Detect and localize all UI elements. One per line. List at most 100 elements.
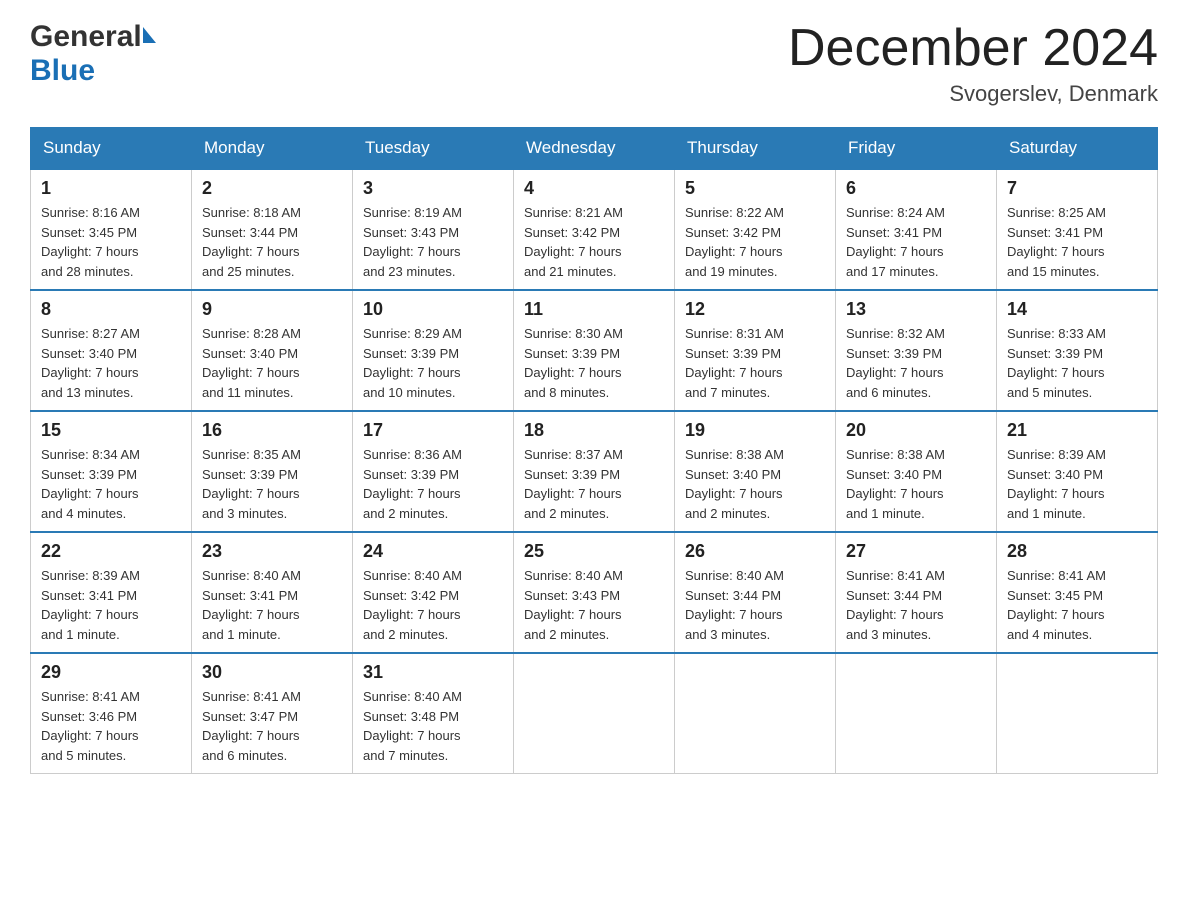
day-number: 31: [363, 662, 503, 683]
day-info: Sunrise: 8:40 AMSunset: 3:43 PMDaylight:…: [524, 566, 664, 644]
day-number: 20: [846, 420, 986, 441]
day-info: Sunrise: 8:38 AMSunset: 3:40 PMDaylight:…: [846, 445, 986, 523]
day-number: 19: [685, 420, 825, 441]
week-row-2: 8 Sunrise: 8:27 AMSunset: 3:40 PMDaylight…: [31, 290, 1158, 411]
calendar-header-row: SundayMondayTuesdayWednesdayThursdayFrid…: [31, 128, 1158, 170]
day-info: Sunrise: 8:41 AMSunset: 3:46 PMDaylight:…: [41, 687, 181, 765]
calendar-cell: 14 Sunrise: 8:33 AMSunset: 3:39 PMDayligh…: [997, 290, 1158, 411]
day-info: Sunrise: 8:40 AMSunset: 3:48 PMDaylight:…: [363, 687, 503, 765]
calendar-cell: 18Sunrise: 8:37 AMSunset: 3:39 PMDayligh…: [514, 411, 675, 532]
calendar-cell: 1Sunrise: 8:16 AMSunset: 3:45 PMDaylight…: [31, 169, 192, 290]
day-info: Sunrise: 8:41 AMSunset: 3:45 PMDaylight:…: [1007, 566, 1147, 644]
day-number: 21: [1007, 420, 1147, 441]
calendar-cell: [836, 653, 997, 774]
day-number: 23: [202, 541, 342, 562]
calendar-cell: 9Sunrise: 8:28 AMSunset: 3:40 PMDaylight…: [192, 290, 353, 411]
header-day-tuesday: Tuesday: [353, 128, 514, 170]
week-row-5: 29 Sunrise: 8:41 AMSunset: 3:46 PMDayligh…: [31, 653, 1158, 774]
location-subtitle: Svogerslev, Denmark: [788, 81, 1158, 107]
calendar-cell: 20 Sunrise: 8:38 AMSunset: 3:40 PMDayligh…: [836, 411, 997, 532]
day-info: Sunrise: 8:39 AMSunset: 3:40 PMDaylight:…: [1007, 445, 1147, 523]
calendar-cell: 5 Sunrise: 8:22 AMSunset: 3:42 PMDaylight…: [675, 169, 836, 290]
day-number: 27: [846, 541, 986, 562]
day-number: 7: [1007, 178, 1147, 199]
header-day-friday: Friday: [836, 128, 997, 170]
calendar-cell: 8 Sunrise: 8:27 AMSunset: 3:40 PMDaylight…: [31, 290, 192, 411]
day-number: 22: [41, 541, 181, 562]
day-info: Sunrise: 8:30 AMSunset: 3:39 PMDaylight:…: [524, 324, 664, 402]
day-number: 24: [363, 541, 503, 562]
day-info: Sunrise: 8:22 AMSunset: 3:42 PMDaylight:…: [685, 203, 825, 281]
day-number: 5: [685, 178, 825, 199]
day-number: 11: [524, 299, 664, 320]
day-number: 10: [363, 299, 503, 320]
day-number: 12: [685, 299, 825, 320]
calendar-cell: 31 Sunrise: 8:40 AMSunset: 3:48 PMDayligh…: [353, 653, 514, 774]
day-info: Sunrise: 8:41 AMSunset: 3:44 PMDaylight:…: [846, 566, 986, 644]
day-number: 14: [1007, 299, 1147, 320]
calendar-cell: 16 Sunrise: 8:35 AMSunset: 3:39 PMDayligh…: [192, 411, 353, 532]
day-number: 18: [524, 420, 664, 441]
logo-blue-text: Blue: [30, 54, 95, 88]
day-info: Sunrise: 8:39 AMSunset: 3:41 PMDaylight:…: [41, 566, 181, 644]
day-info: Sunrise: 8:40 AMSunset: 3:42 PMDaylight:…: [363, 566, 503, 644]
calendar-cell: 26 Sunrise: 8:40 AMSunset: 3:44 PMDayligh…: [675, 532, 836, 653]
day-number: 6: [846, 178, 986, 199]
day-number: 15: [41, 420, 181, 441]
day-info: Sunrise: 8:34 AMSunset: 3:39 PMDaylight:…: [41, 445, 181, 523]
calendar-cell: 25Sunrise: 8:40 AMSunset: 3:43 PMDayligh…: [514, 532, 675, 653]
day-info: Sunrise: 8:36 AMSunset: 3:39 PMDaylight:…: [363, 445, 503, 523]
day-info: Sunrise: 8:38 AMSunset: 3:40 PMDaylight:…: [685, 445, 825, 523]
week-row-4: 22 Sunrise: 8:39 AMSunset: 3:41 PMDayligh…: [31, 532, 1158, 653]
calendar-table: SundayMondayTuesdayWednesdayThursdayFrid…: [30, 127, 1158, 774]
day-number: 4: [524, 178, 664, 199]
day-number: 30: [202, 662, 342, 683]
day-number: 3: [363, 178, 503, 199]
calendar-cell: 24 Sunrise: 8:40 AMSunset: 3:42 PMDayligh…: [353, 532, 514, 653]
calendar-cell: 2Sunrise: 8:18 AMSunset: 3:44 PMDaylight…: [192, 169, 353, 290]
day-info: Sunrise: 8:29 AMSunset: 3:39 PMDaylight:…: [363, 324, 503, 402]
week-row-3: 15 Sunrise: 8:34 AMSunset: 3:39 PMDayligh…: [31, 411, 1158, 532]
day-info: Sunrise: 8:25 AMSunset: 3:41 PMDaylight:…: [1007, 203, 1147, 281]
day-number: 1: [41, 178, 181, 199]
calendar-cell: 27 Sunrise: 8:41 AMSunset: 3:44 PMDayligh…: [836, 532, 997, 653]
day-number: 26: [685, 541, 825, 562]
calendar-cell: 30 Sunrise: 8:41 AMSunset: 3:47 PMDayligh…: [192, 653, 353, 774]
day-number: 8: [41, 299, 181, 320]
week-row-1: 1Sunrise: 8:16 AMSunset: 3:45 PMDaylight…: [31, 169, 1158, 290]
day-number: 9: [202, 299, 342, 320]
day-number: 29: [41, 662, 181, 683]
day-number: 2: [202, 178, 342, 199]
page-header: General Blue December 2024 Svogerslev, D…: [30, 20, 1158, 107]
logo-arrow-icon: [143, 27, 156, 43]
calendar-cell: 3Sunrise: 8:19 AMSunset: 3:43 PMDaylight…: [353, 169, 514, 290]
header-day-monday: Monday: [192, 128, 353, 170]
day-info: Sunrise: 8:41 AMSunset: 3:47 PMDaylight:…: [202, 687, 342, 765]
day-info: Sunrise: 8:24 AMSunset: 3:41 PMDaylight:…: [846, 203, 986, 281]
calendar-cell: 29 Sunrise: 8:41 AMSunset: 3:46 PMDayligh…: [31, 653, 192, 774]
month-title: December 2024: [788, 20, 1158, 77]
calendar-cell: 6 Sunrise: 8:24 AMSunset: 3:41 PMDaylight…: [836, 169, 997, 290]
calendar-cell: 15 Sunrise: 8:34 AMSunset: 3:39 PMDayligh…: [31, 411, 192, 532]
day-number: 17: [363, 420, 503, 441]
day-info: Sunrise: 8:35 AMSunset: 3:39 PMDaylight:…: [202, 445, 342, 523]
calendar-cell: 11 Sunrise: 8:30 AMSunset: 3:39 PMDayligh…: [514, 290, 675, 411]
day-number: 16: [202, 420, 342, 441]
header-day-thursday: Thursday: [675, 128, 836, 170]
day-info: Sunrise: 8:40 AMSunset: 3:44 PMDaylight:…: [685, 566, 825, 644]
day-number: 13: [846, 299, 986, 320]
calendar-cell: 7 Sunrise: 8:25 AMSunset: 3:41 PMDaylight…: [997, 169, 1158, 290]
day-info: Sunrise: 8:40 AMSunset: 3:41 PMDaylight:…: [202, 566, 342, 644]
day-info: Sunrise: 8:33 AMSunset: 3:39 PMDaylight:…: [1007, 324, 1147, 402]
calendar-cell: 28 Sunrise: 8:41 AMSunset: 3:45 PMDayligh…: [997, 532, 1158, 653]
calendar-cell: 22 Sunrise: 8:39 AMSunset: 3:41 PMDayligh…: [31, 532, 192, 653]
header-day-wednesday: Wednesday: [514, 128, 675, 170]
day-info: Sunrise: 8:27 AMSunset: 3:40 PMDaylight:…: [41, 324, 181, 402]
day-info: Sunrise: 8:32 AMSunset: 3:39 PMDaylight:…: [846, 324, 986, 402]
calendar-cell: [997, 653, 1158, 774]
header-day-sunday: Sunday: [31, 128, 192, 170]
calendar-cell: 10 Sunrise: 8:29 AMSunset: 3:39 PMDayligh…: [353, 290, 514, 411]
calendar-cell: 13 Sunrise: 8:32 AMSunset: 3:39 PMDayligh…: [836, 290, 997, 411]
day-number: 28: [1007, 541, 1147, 562]
day-info: Sunrise: 8:21 AMSunset: 3:42 PMDaylight:…: [524, 203, 664, 281]
